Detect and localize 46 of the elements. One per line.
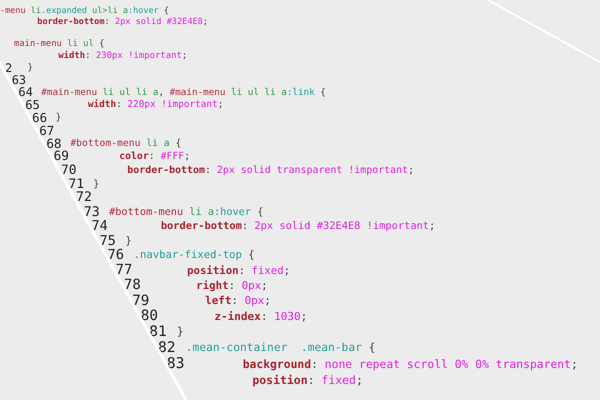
line-number: 74 (92, 218, 108, 234)
code-line: border-bottom: 2px solid #32E4E8; (37, 16, 208, 27)
line-number: 76 (108, 247, 124, 264)
line-number: 75 (99, 232, 116, 249)
line-number: 68 (46, 136, 62, 152)
line-number: 72 (76, 190, 92, 206)
code-line: width: 230px !important; (58, 51, 188, 62)
code-line: color: #FFF; (119, 151, 190, 162)
line-number: 64 (18, 85, 33, 100)
code-line: width: 220px !important; (88, 99, 224, 110)
line-number: 67 (39, 122, 54, 138)
line-number: 71 (68, 176, 84, 192)
code-line: } (56, 112, 62, 124)
code-line: background: none repeat scroll 0% 0% transparent; (242, 356, 578, 371)
code-line: position: fixed; (252, 373, 363, 388)
line-number: 70 (60, 162, 76, 178)
code-line: } (176, 325, 184, 338)
line-number: 65 (25, 98, 40, 112)
code-line: main-menu li ul { (14, 39, 104, 50)
line-number: 66 (32, 110, 48, 125)
code-line: } (27, 62, 33, 73)
line-number: 79 (132, 292, 150, 309)
line-number: 78 (124, 277, 141, 294)
code-line: border-bottom: 2px solid #32E4E8 !important; (160, 220, 436, 232)
line-number: 83 (166, 355, 185, 372)
code-line: border-bottom: 2px solid transparent !important; (127, 164, 414, 176)
code-line: .navbar-fixed-top { (134, 249, 255, 262)
line-number: 81 (149, 324, 167, 340)
code-line: left: 0px; (205, 294, 271, 308)
code-line: right: 0px; (196, 278, 268, 292)
line-number: 80 (140, 308, 158, 324)
line-number: 77 (116, 262, 132, 278)
code-line: #main-menu li ul li a, #main-menu li ul li a:link { (41, 86, 326, 98)
code-line: -menu li.expanded ul>li a:hover { (0, 6, 169, 16)
line-number: 82 (158, 339, 176, 356)
line-number: 2 (5, 60, 12, 75)
code-line: #bottom-menu li a:hover { (109, 206, 264, 218)
line-number: 73 (84, 204, 100, 220)
code-line: z-index: 1030; (214, 310, 308, 323)
line-number: 69 (54, 149, 69, 164)
code-line: #bottom-menu li a { (70, 138, 182, 150)
code-line: } (125, 234, 132, 247)
code-line: position: fixed; (187, 264, 290, 277)
code-line: .mean-container .mean-bar { (186, 341, 376, 354)
line-number: 63 (12, 73, 26, 88)
code-line: } (93, 178, 100, 190)
